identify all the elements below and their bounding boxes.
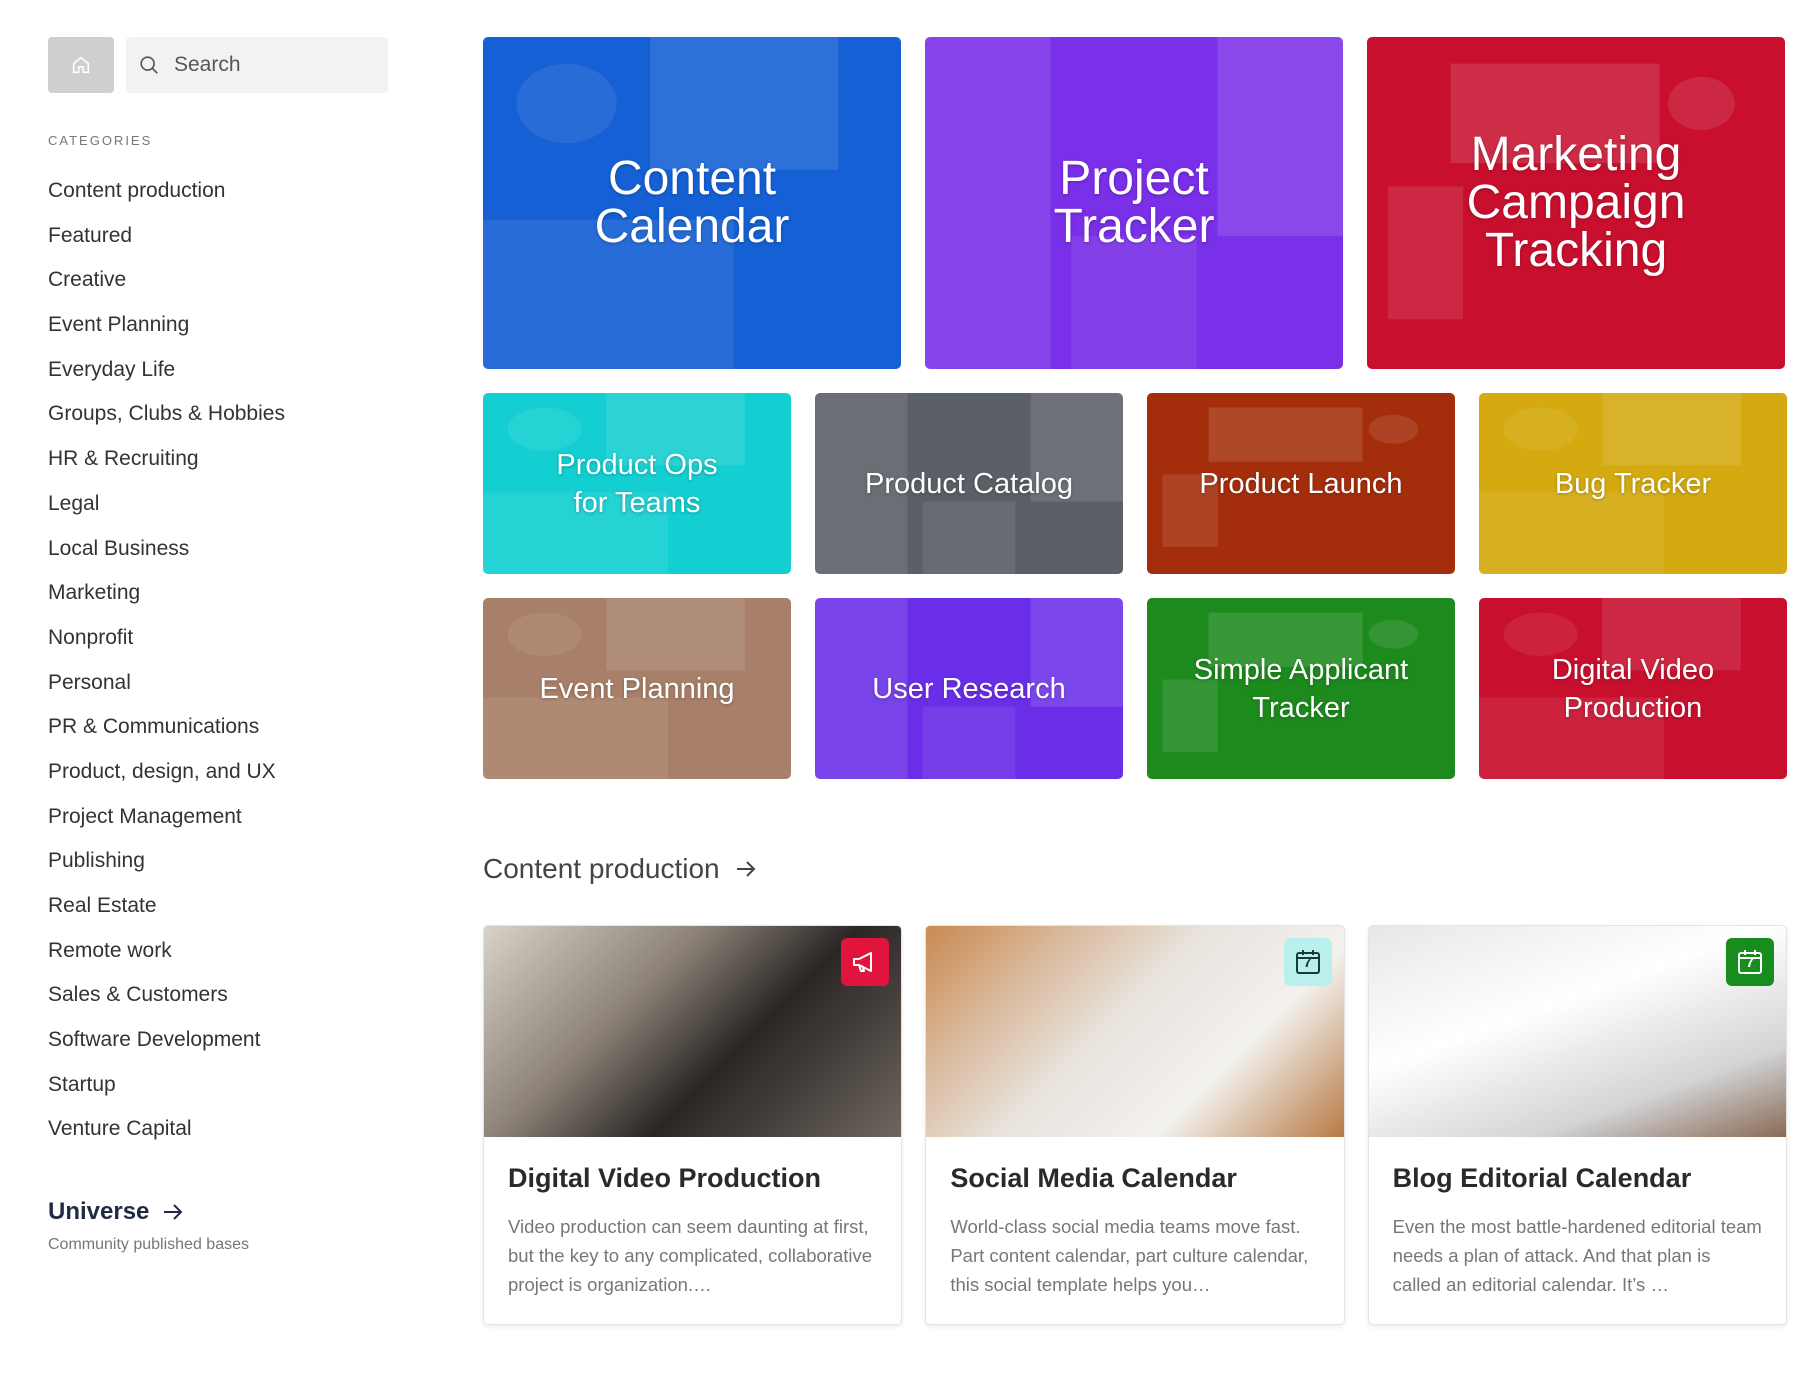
tile-title: Digital Video Production [1551,653,1715,724]
template-title: Social Media Calendar [950,1163,1237,1193]
home-icon [72,56,90,74]
tile-title: Project Tracker [1053,152,1215,253]
universe-subtitle: Community published bases [48,1236,249,1254]
featured-tile-digital-video-production[interactable]: Digital Video Production [1479,598,1787,779]
template-body: Blog Editorial Calendar Even the most bat… [1369,1137,1786,1299]
sidebar: CATEGORIES Content productionFeaturedCre… [48,37,388,1254]
tile-title: User Research [872,672,1066,705]
universe-title: Universe [48,1198,150,1226]
featured-tile-product-catalog[interactable]: Product Catalog [815,393,1123,574]
featured-tile-user-research[interactable]: User Research [815,598,1123,779]
sidebar-item-project-management[interactable]: Project Management [48,795,388,840]
template-body: Social Media Calendar World-class social … [926,1137,1343,1299]
search-icon [140,56,158,74]
sidebar-item-venture-capital[interactable]: Venture Capital [48,1107,388,1152]
sidebar-item-local-business[interactable]: Local Business [48,527,388,572]
tile-title: Event Planning [539,672,735,705]
sidebar-item-everyday-life[interactable]: Everyday Life [48,348,388,393]
featured-tile-bug-tracker[interactable]: Bug Tracker [1479,393,1787,574]
universe-section: Universe Community published bases [48,1198,388,1254]
template-title: Blog Editorial Calendar [1392,1163,1692,1193]
sidebar-item-groups-clubs-and-hobbies[interactable]: Groups, Clubs & Hobbies [48,392,388,437]
sidebar-item-legal[interactable]: Legal [48,482,388,527]
template-description: Video production can seem daunting at fi… [508,1216,873,1295]
template-card-social-media-calendar[interactable]: 7 Social Media Calendar World-class social… [925,925,1345,1325]
tile-title: Bug Tracker [1554,467,1712,500]
tile-title: Product Catalog [865,467,1073,500]
template-badge: 7 [1725,938,1774,986]
tile-title: Marketing Campaign Tracking [1466,128,1686,277]
calendar-day-number: 7 [1745,954,1755,971]
home-button[interactable] [48,37,114,93]
sidebar-item-startup[interactable]: Startup [48,1063,388,1108]
sidebar-item-event-planning[interactable]: Event Planning [48,303,388,348]
tile-title: Product Launch [1199,467,1403,500]
megaphone-icon [853,952,873,972]
categories-heading: CATEGORIES [48,133,153,148]
arrow-right-icon [164,1204,183,1220]
template-description: Even the most battle-hardened editorial … [1392,1216,1762,1295]
featured-tile-project-tracker[interactable]: Project Tracker [925,37,1343,369]
featured-tile-marketing-campaign-tracking[interactable]: Marketing Campaign Tracking [1367,37,1785,369]
template-row: Digital Video Production Video production… [483,925,1787,1325]
template-cover-image: 7 [926,926,1344,1137]
featured-row-1: Content Calendar Project Tracker Marketing… [483,37,1787,369]
featured-row-3: Event Planning User Research Simple Applic… [483,598,1787,779]
featured-tile-event-planning[interactable]: Event Planning [483,598,791,779]
sidebar-item-remote-work[interactable]: Remote work [48,929,388,974]
tile-title: Content Calendar [594,152,790,253]
featured-tile-product-ops-for-teams[interactable]: Product Ops for Teams [483,393,791,574]
featured-tile-simple-applicant-tracker[interactable]: Simple Applicant Tracker [1147,598,1455,779]
featured-row-2: Product Ops for Teams Product Catalog Prod… [483,393,1787,574]
arrow-right-icon [736,861,756,877]
category-list: Content production Featured Creative Event … [48,169,388,1152]
sidebar-item-sales-and-customers[interactable]: Sales & Customers [48,973,388,1018]
sidebar-item-real-estate[interactable]: Real Estate [48,884,388,929]
sidebar-item-pr-and-communications[interactable]: PR & Communications [48,705,388,750]
section-title: Content production [483,853,720,884]
template-badge: 7 [1283,938,1332,986]
search-input[interactable] [174,53,364,77]
template-card-digital-video-production[interactable]: Digital Video Production Video production… [483,925,903,1325]
template-description: World-class social media teams move fast… [950,1216,1309,1295]
template-body: Digital Video Production Video production… [484,1137,901,1299]
featured-tile-content-calendar[interactable]: Content Calendar [483,37,901,369]
featured-tile-product-launch[interactable]: Product Launch [1147,393,1455,574]
template-cover-image: 7 [1368,926,1786,1137]
sidebar-item-creative[interactable]: Creative [48,258,388,303]
tile-title: Product Ops for Teams [556,448,718,519]
sidebar-item-software-development[interactable]: Software Development [48,1018,388,1063]
sidebar-item-featured[interactable]: Featured [48,214,388,259]
sidebar-item-content-production[interactable]: Content production [48,169,388,214]
universe-link[interactable]: Universe [48,1198,388,1226]
sidebar-item-product-design-and-ux[interactable]: Product, design, and UX [48,750,388,795]
template-card-blog-editorial-calendar[interactable]: 7 Blog Editorial Calendar Even the most ba… [1367,925,1787,1325]
top-row [48,37,388,93]
sidebar-item-marketing[interactable]: Marketing [48,571,388,616]
sidebar-item-publishing[interactable]: Publishing [48,839,388,884]
sidebar-item-hr-and-recruiting[interactable]: HR & Recruiting [48,437,388,482]
sidebar-item-personal[interactable]: Personal [48,661,388,706]
template-badge [841,938,890,986]
calendar-day-number: 7 [1303,954,1312,971]
sidebar-item-nonprofit[interactable]: Nonprofit [48,616,388,661]
template-title: Digital Video Production [508,1163,822,1193]
template-cover-image [484,926,902,1137]
main-content: Content Calendar Project Tracker Marketing… [483,37,1787,1325]
tile-title: Simple Applicant Tracker [1193,653,1409,724]
section-link-content-production[interactable]: Content production [483,849,1787,889]
search-box[interactable] [126,37,388,93]
